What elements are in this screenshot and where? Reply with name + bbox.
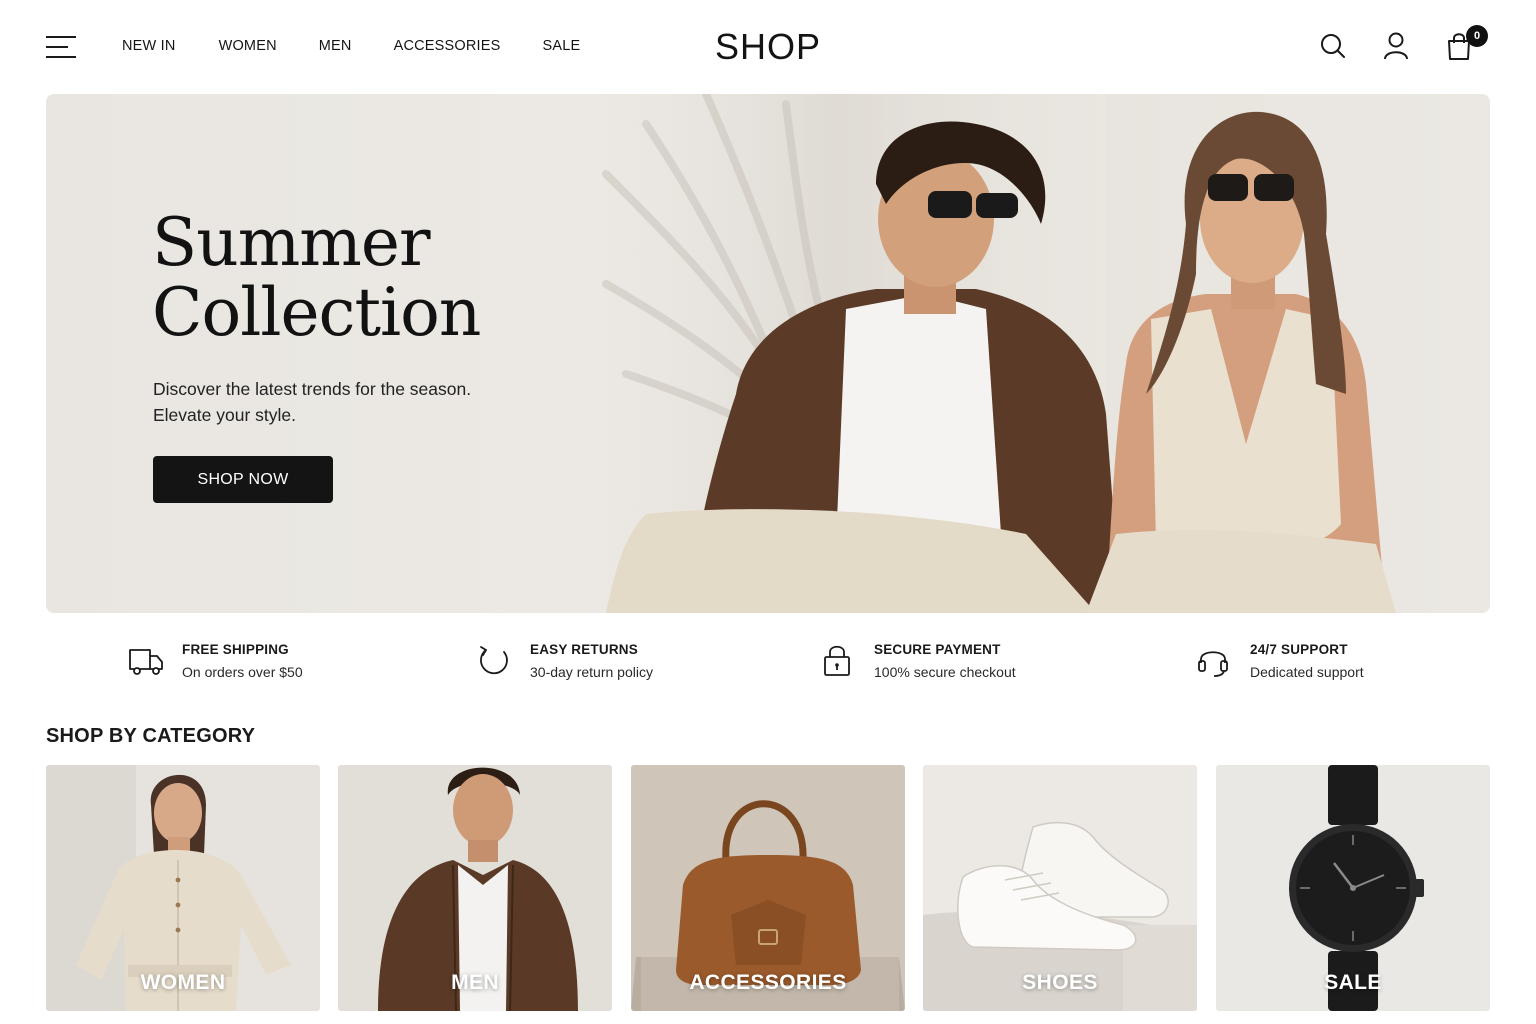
category-card-shoes[interactable]: SHOES: [923, 765, 1197, 1011]
hero-title-line-2: Collection: [152, 274, 481, 351]
category-card-women[interactable]: WOMEN: [46, 765, 320, 1011]
lock-icon: [824, 645, 850, 676]
feature-title: 24/7 SUPPORT: [1250, 642, 1348, 657]
delivery-truck-icon: [129, 649, 163, 675]
shop-now-button[interactable]: SHOP NOW: [153, 456, 333, 503]
hero-banner: Summer Collection Discover the latest tr…: [46, 94, 1490, 613]
hero-subtitle: Discover the latest trends for the seaso…: [153, 376, 553, 428]
category-card-sale[interactable]: SALE: [1216, 765, 1490, 1011]
hero-title: Summer Collection: [152, 204, 481, 351]
cart-count-badge: 0: [1466, 25, 1488, 47]
nav-link-sale[interactable]: SALE: [543, 38, 581, 54]
nav-link-new-in[interactable]: NEW IN: [122, 38, 176, 54]
feature-title: FREE SHIPPING: [182, 642, 289, 657]
category-label: WOMEN: [140, 971, 226, 994]
nav-link-accessories[interactable]: ACCESSORIES: [394, 38, 501, 54]
search-icon[interactable]: [1318, 30, 1348, 62]
feature-title: EASY RETURNS: [530, 642, 638, 657]
hamburger-menu-icon[interactable]: [46, 34, 78, 60]
category-heading: SHOP BY CATEGORY: [46, 725, 256, 747]
feature-title: SECURE PAYMENT: [874, 642, 1001, 657]
hero-subtitle-line-2: Elevate your style.: [153, 405, 296, 425]
category-label: ACCESSORIES: [689, 971, 847, 994]
category-label: SHOES: [1022, 971, 1098, 994]
category-card-men[interactable]: MEN: [338, 765, 612, 1011]
nav-link-women[interactable]: WOMEN: [219, 38, 277, 54]
main-nav: NEW IN WOMEN MEN ACCESSORIES SALE: [122, 38, 580, 54]
headset-icon: [1198, 651, 1228, 677]
category-label: MEN: [451, 971, 499, 994]
category-card-accessories[interactable]: ACCESSORIES: [631, 765, 905, 1011]
site-logo[interactable]: SHOP: [715, 26, 821, 67]
feature-subtitle: 100% secure checkout: [874, 664, 1016, 680]
hero-title-line-1: Summer: [152, 204, 431, 281]
feature-subtitle: On orders over $50: [182, 664, 303, 680]
site-header: NEW IN WOMEN MEN ACCESSORIES SALE SHOP 0: [0, 0, 1536, 94]
feature-subtitle: 30-day return policy: [530, 664, 653, 680]
user-icon[interactable]: [1381, 30, 1411, 62]
hero-image: [566, 94, 1396, 613]
category-label: SALE: [1324, 971, 1382, 994]
nav-link-men[interactable]: MEN: [319, 38, 352, 54]
refresh-icon: [480, 646, 508, 675]
feature-subtitle: Dedicated support: [1250, 664, 1364, 680]
hero-subtitle-line-1: Discover the latest trends for the seaso…: [153, 379, 472, 399]
